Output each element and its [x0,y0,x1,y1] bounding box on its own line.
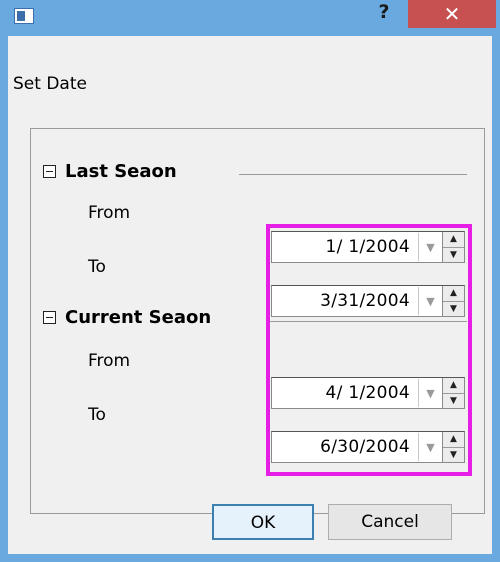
spin-down-icon[interactable]: ▼ [443,447,464,462]
collapse-toggle-icon[interactable] [43,165,56,178]
ok-button[interactable]: OK [212,504,314,540]
date-group-box: Last Seaon From To Current Seaon From To… [30,128,485,514]
date-value[interactable]: 1/ 1/2004 [272,237,418,257]
spin-buttons[interactable]: ▲ ▼ [442,378,464,408]
section-title: Last Seaon [65,161,177,182]
close-button[interactable]: ✕ [408,0,496,28]
date-picker-last-to[interactable]: 3/31/2004 ▼ ▲ ▼ [271,285,465,317]
section-title: Current Seaon [65,307,212,328]
date-picker-current-from[interactable]: 4/ 1/2004 ▼ ▲ ▼ [271,377,465,409]
section-header-current-season[interactable]: Current Seaon [43,307,211,328]
section-header-last-season[interactable]: Last Seaon [43,161,177,182]
chevron-down-icon[interactable]: ▼ [418,433,442,461]
date-picker-last-from[interactable]: 1/ 1/2004 ▼ ▲ ▼ [271,231,465,263]
spin-down-icon[interactable]: ▼ [443,393,464,408]
spin-up-icon[interactable]: ▲ [443,378,464,394]
spin-up-icon[interactable]: ▲ [443,286,464,302]
date-value[interactable]: 3/31/2004 [272,291,418,311]
spin-up-icon[interactable]: ▲ [443,232,464,248]
help-button[interactable]: ? [366,0,402,24]
spin-down-icon[interactable]: ▼ [443,247,464,262]
cancel-button[interactable]: Cancel [328,504,452,540]
collapse-toggle-icon[interactable] [43,311,56,324]
spin-down-icon[interactable]: ▼ [443,301,464,316]
date-value[interactable]: 4/ 1/2004 [272,383,418,403]
chevron-down-icon[interactable]: ▼ [418,379,442,407]
spin-buttons[interactable]: ▲ ▼ [442,432,464,462]
spin-buttons[interactable]: ▲ ▼ [442,286,464,316]
to-label: To [88,405,106,425]
from-label: From [88,351,131,371]
date-picker-current-to[interactable]: 6/30/2004 ▼ ▲ ▼ [271,431,465,463]
title-bar[interactable]: ? ✕ [0,0,500,36]
spin-buttons[interactable]: ▲ ▼ [442,232,464,262]
chevron-down-icon[interactable]: ▼ [418,233,442,261]
dialog-heading: Set Date [13,74,87,94]
chevron-down-icon[interactable]: ▼ [418,287,442,315]
section-divider [239,174,467,175]
app-window-icon [14,8,34,24]
spin-up-icon[interactable]: ▲ [443,432,464,448]
dialog-client-area: Set Date Last Seaon From To Current Seao… [8,36,492,554]
to-label: To [88,257,106,277]
dialog-window: ? ✕ Set Date Last Seaon From To Current … [0,0,500,562]
from-label: From [88,203,131,223]
date-value[interactable]: 6/30/2004 [272,437,418,457]
